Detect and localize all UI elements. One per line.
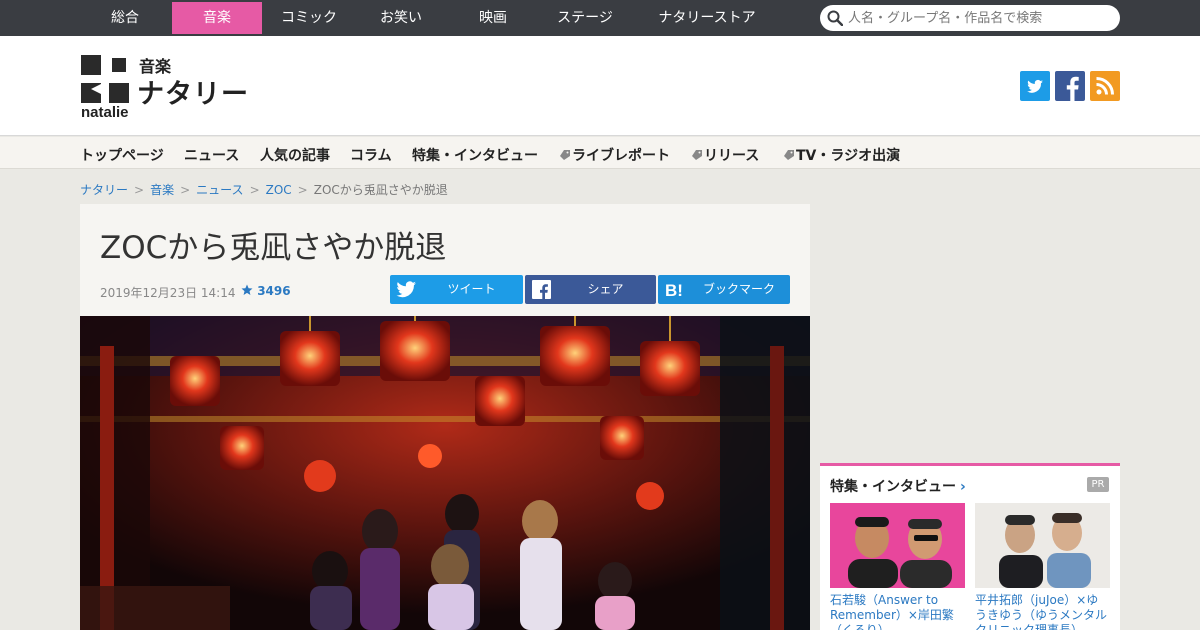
subnav-release[interactable]: リリース (692, 145, 759, 165)
chevron-right-icon: › (960, 479, 966, 495)
tweet-button-label: ツイート (447, 282, 496, 296)
genre-tab-owarai[interactable]: お笑い (356, 2, 446, 34)
favorite-count-value: 3496 (257, 284, 291, 298)
subnav-news[interactable]: ニュース (184, 145, 239, 165)
subnav-live-report[interactable]: ライブレポート (560, 145, 670, 165)
search-box[interactable] (820, 5, 1120, 31)
facebook-share-label: シェア (587, 282, 624, 296)
breadcrumb: ナタリー > 音楽 > ニュース > ZOC > ZOCから兎凪さやか脱退 (80, 181, 448, 198)
facebook-icon (1055, 71, 1085, 101)
twitter-follow-link[interactable] (1020, 71, 1050, 101)
subnav-popular[interactable]: 人気の記事 (260, 145, 330, 165)
twitter-icon (1020, 71, 1050, 101)
subnav-feature-interview[interactable]: 特集・インタビュー (412, 145, 538, 165)
genre-tab-stage[interactable]: ステージ (540, 2, 630, 34)
feature-card[interactable]: 平井拓郎（juJoe）×ゆうきゆう（ゆうメンタルクリニック理事長） (975, 503, 1110, 630)
genre-tab-comic[interactable]: コミック (264, 2, 354, 34)
article-date: 2019年12月23日 14:14 (100, 286, 236, 300)
hatena-bookmark-label: ブックマーク (702, 282, 775, 296)
rss-icon (1090, 71, 1120, 101)
feature-box-title[interactable]: 特集・インタビュー › (830, 476, 966, 496)
star-icon (241, 284, 253, 295)
natalie-logo-icon[interactable] (81, 55, 129, 103)
search-input[interactable] (848, 8, 1110, 28)
article: ZOCから兎凪さやか脱退 2019年12月23日 14:14 3496 ツイート… (80, 204, 810, 630)
feature-card[interactable]: 石若駿（Answer to Remember）×岸田繁（くるり） (830, 503, 965, 630)
feature-interview-box: 特集・インタビュー › PR 石若駿（Answer to Remember）×岸田… (820, 463, 1120, 630)
feature-box-title-label: 特集・インタビュー (830, 479, 956, 495)
facebook-share-button[interactable]: シェア (525, 275, 656, 304)
genre-tab-general[interactable]: 総合 (80, 2, 170, 34)
tag-icon (560, 150, 570, 160)
breadcrumb-link-music[interactable]: 音楽 (150, 183, 174, 197)
subnav-tv-radio-label: TV・ラジオ出演 (796, 148, 901, 164)
search-icon[interactable] (827, 10, 843, 26)
article-title: ZOCから兎凪さやか脱退 (100, 230, 447, 266)
breadcrumb-separator-icon: > (180, 183, 191, 197)
breadcrumb-link-zoc[interactable]: ZOC (266, 183, 292, 197)
genre-tab-store[interactable]: ナタリーストア (632, 2, 782, 34)
group-photo-image (80, 316, 810, 630)
rss-link[interactable] (1090, 71, 1120, 101)
logo-latin-name: natalie (81, 104, 129, 121)
feature-caption: 平井拓郎（juJoe）×ゆうきゆう（ゆうメンタルクリニック理事長） (975, 593, 1108, 630)
twitter-icon (396, 281, 416, 298)
feature-thumbnail-image (975, 503, 1110, 588)
hatena-bookmark-icon: B! (665, 281, 683, 300)
subnav-top[interactable]: トップページ (80, 145, 164, 165)
facebook-icon (532, 280, 551, 300)
subnav-release-label: リリース (704, 148, 760, 164)
genre-bar: 総合 音楽 コミック お笑い 映画 ステージ ナタリーストア (0, 0, 1200, 36)
breadcrumb-link-natalie[interactable]: ナタリー (80, 183, 128, 197)
subnav-live-report-label: ライブレポート (572, 148, 670, 164)
feature-thumbnail-image (830, 503, 965, 588)
breadcrumb-separator-icon: > (297, 183, 308, 197)
genre-tab-eiga[interactable]: 映画 (448, 2, 538, 34)
feature-caption: 石若駿（Answer to Remember）×岸田繁（くるり） (830, 593, 954, 630)
favorite-count[interactable]: 3496 (241, 284, 291, 298)
breadcrumb-separator-icon: > (134, 183, 145, 197)
tag-icon (692, 150, 702, 160)
breadcrumb-separator-icon: > (249, 183, 260, 197)
breadcrumb-current: ZOCから兎凪さやか脱退 (313, 183, 448, 197)
svg-text:B!: B! (665, 281, 683, 300)
genre-tab-music[interactable]: 音楽 (172, 2, 262, 34)
breadcrumb-link-news[interactable]: ニュース (196, 183, 243, 197)
tweet-button[interactable]: ツイート (390, 275, 523, 304)
section-nav: トップページ ニュース 人気の記事 コラム 特集・インタビュー ライブレポート … (0, 137, 1200, 169)
tag-icon (784, 150, 794, 160)
facebook-follow-link[interactable] (1055, 71, 1085, 101)
site-header: 音楽 ナタリー natalie (0, 36, 1200, 136)
logo-site-name[interactable]: ナタリー (137, 72, 249, 111)
hatena-bookmark-button[interactable]: B! ブックマーク (658, 275, 790, 304)
subnav-tv-radio[interactable]: TV・ラジオ出演 (784, 145, 900, 165)
pr-badge: PR (1087, 477, 1109, 492)
article-main-photo[interactable] (80, 316, 810, 630)
subnav-column[interactable]: コラム (350, 145, 392, 165)
